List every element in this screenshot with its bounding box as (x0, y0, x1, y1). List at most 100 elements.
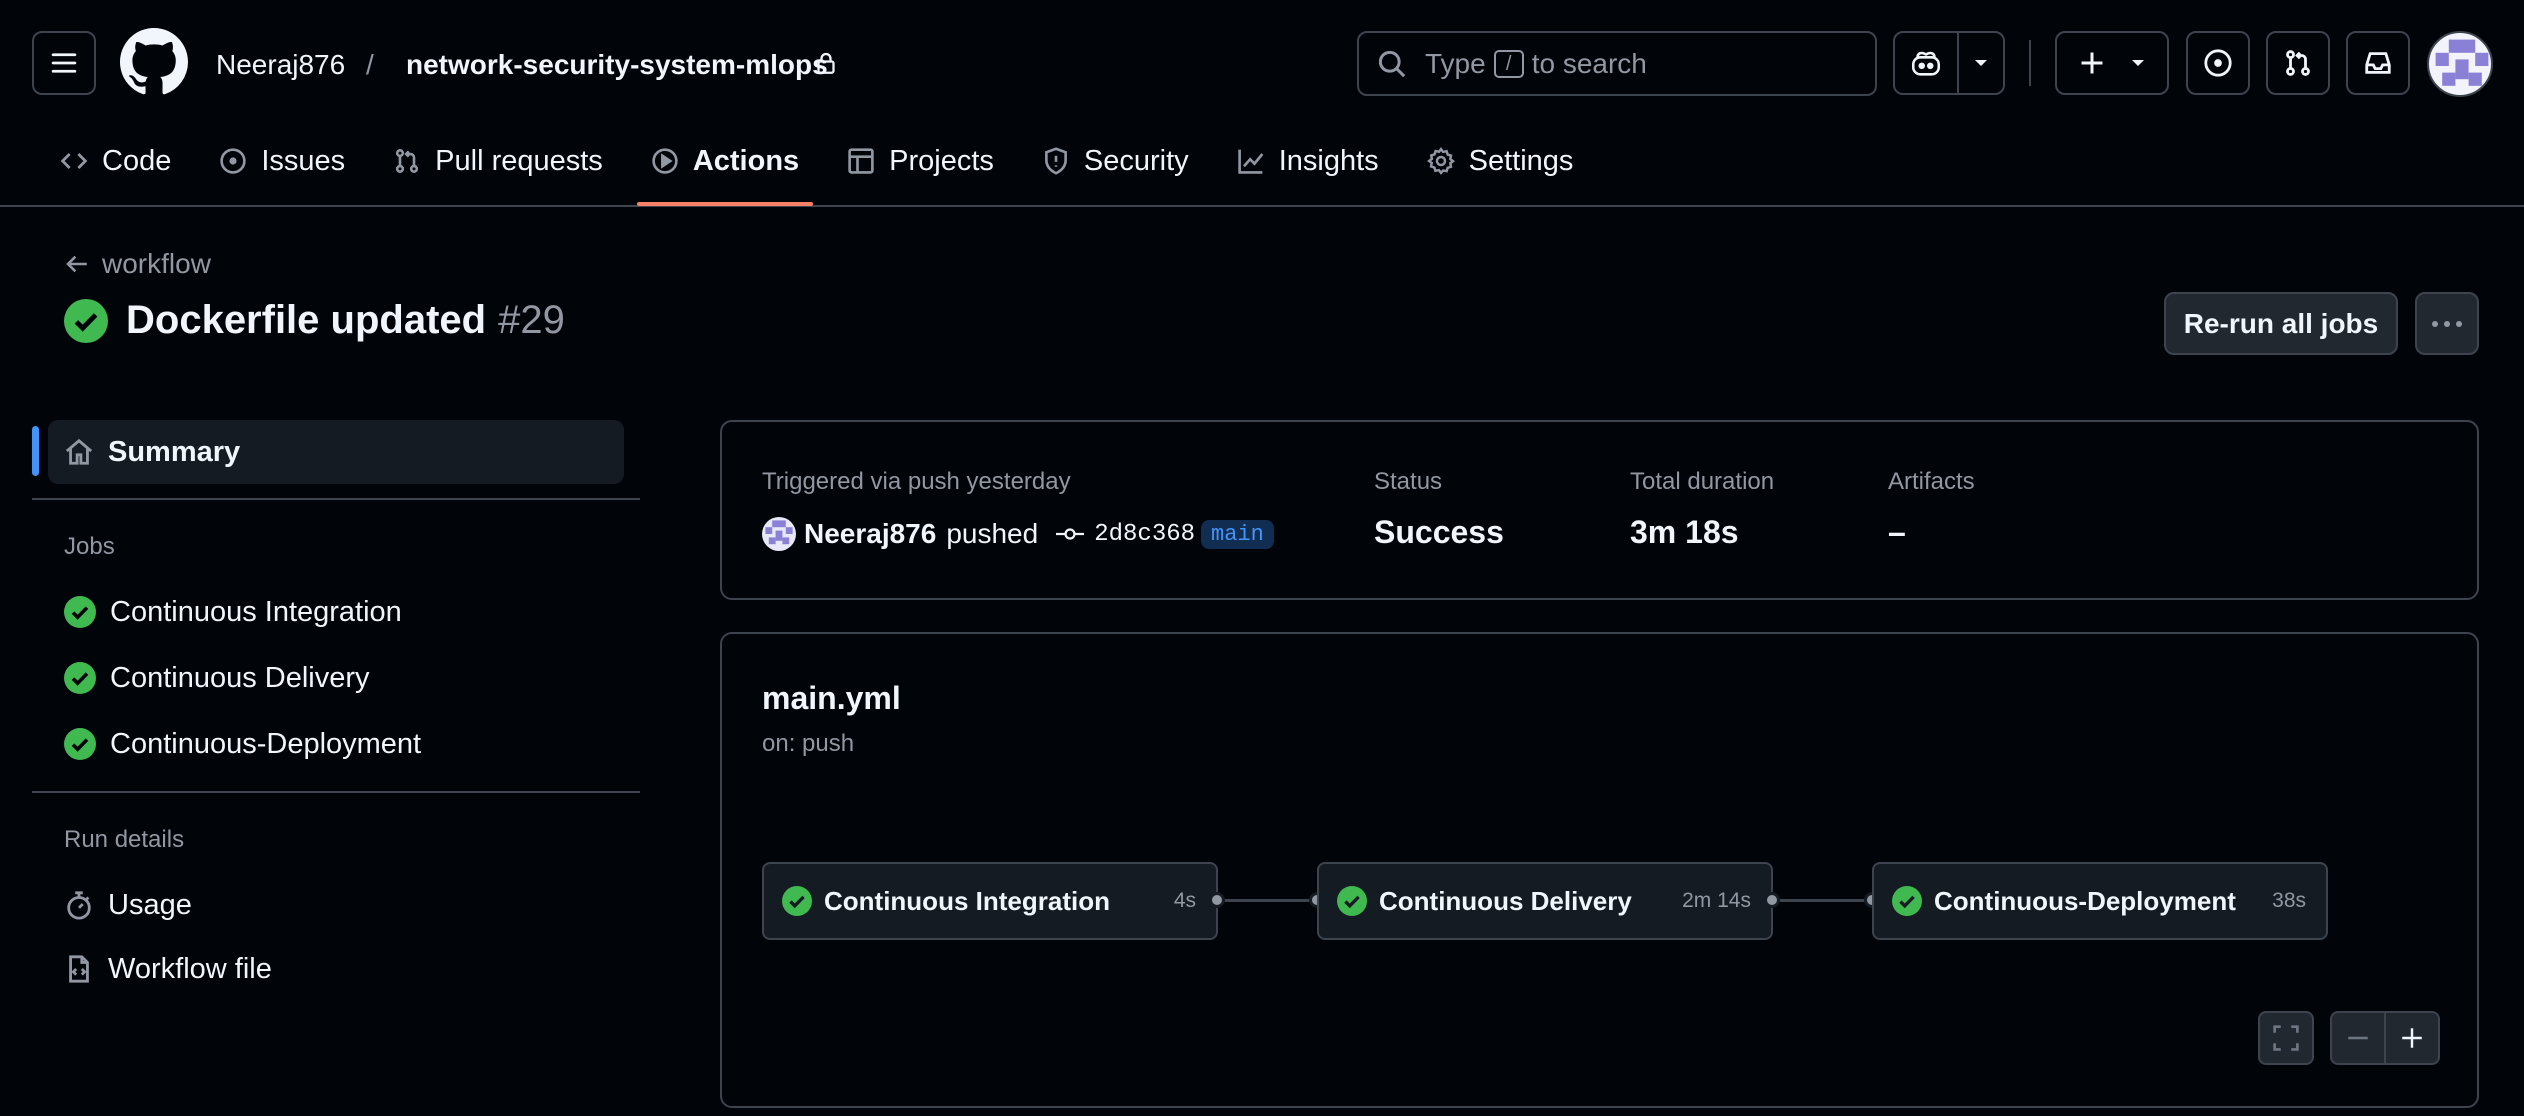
tab-label: Actions (692, 144, 800, 177)
sidebar-item-summary[interactable]: Summary (48, 420, 624, 484)
tab-label: Security (1083, 144, 1189, 177)
play-icon (652, 148, 678, 174)
sidebar-item-workflow-file[interactable]: Workflow file (48, 937, 624, 1001)
check-circle-fill-icon (1337, 886, 1367, 916)
minus-icon (2348, 1036, 2368, 1040)
job-duration: 4s (1173, 889, 1196, 912)
commit-sha-link[interactable]: 2d8c368 (1094, 521, 1195, 548)
sidebar-item-usage[interactable]: Usage (48, 873, 624, 937)
sidebar-divider (32, 498, 640, 500)
sidebar-item-job[interactable]: Continuous-Deployment (48, 712, 624, 776)
inbox-icon (2365, 52, 2391, 74)
graph-job-node[interactable]: Continuous Delivery 2m 14s (1317, 862, 1773, 940)
gear-icon (1426, 147, 1455, 175)
inbox-button[interactable] (2346, 31, 2410, 95)
check-circle-fill-icon (64, 596, 96, 628)
branch-badge[interactable]: main (1201, 519, 1274, 549)
repo-nav-tabs: Code Issues Pull requests Actions Projec… (46, 126, 1607, 206)
sidebar-item-label: Usage (108, 888, 192, 921)
pull-requests-button[interactable] (2266, 31, 2330, 95)
issues-button[interactable] (2186, 31, 2250, 95)
graph-connector-dot (1209, 892, 1225, 908)
tab-label: Settings (1468, 144, 1574, 177)
workflow-file-name[interactable]: main.yml (762, 680, 901, 717)
copilot-icon[interactable] (1895, 33, 1959, 93)
search-icon (1378, 50, 1406, 77)
tab-label: Insights (1278, 144, 1379, 177)
tab-issues[interactable]: Issues (205, 126, 359, 196)
page-title: Dockerfile updated #29 (64, 298, 565, 343)
create-new-button[interactable] (2055, 31, 2169, 95)
duration-value: 3m 18s (1630, 514, 1739, 550)
search-prefix: Type (1425, 47, 1486, 79)
search-suffix: to search (1531, 47, 1647, 79)
run-summary-card: Triggered via push yesterday Neeraj876 p… (720, 420, 2479, 600)
shield-icon (1044, 147, 1067, 175)
header-divider (2029, 40, 2031, 86)
check-circle-fill-icon (64, 298, 108, 343)
repo-link[interactable]: network-security-system-mlops (406, 46, 828, 84)
run-details-section-title: Run details (64, 826, 185, 853)
tab-code[interactable]: Code (46, 126, 185, 196)
graph-edge (1225, 899, 1317, 902)
zoom-out-button[interactable] (2330, 1011, 2386, 1065)
plus-icon (2081, 52, 2103, 74)
run-number: #29 (498, 298, 565, 342)
lock-icon (814, 50, 838, 76)
table-icon (848, 148, 874, 174)
owner-link[interactable]: Neeraj876 (216, 46, 345, 84)
actor-link[interactable]: Neeraj876 (804, 518, 936, 550)
sidebar-item-job[interactable]: Continuous Delivery (48, 646, 624, 710)
artifacts-value: – (1888, 514, 1906, 550)
more-options-button[interactable] (2415, 292, 2479, 355)
search-shortcut-key: / (1493, 49, 1524, 78)
tab-settings[interactable]: Settings (1413, 126, 1588, 196)
breadcrumb-separator: / (366, 49, 374, 80)
push-action: pushed (946, 518, 1039, 549)
back-to-workflow-link[interactable]: workflow (64, 248, 211, 280)
code-icon (60, 153, 88, 169)
graph-connector-dot (1764, 892, 1780, 908)
plus-icon (2402, 1028, 2422, 1048)
chevron-down-icon[interactable] (1959, 58, 2003, 68)
push-info: Neeraj876 pushed 2d8c368 main (804, 516, 1274, 552)
job-name: Continuous-Deployment (1934, 885, 2236, 916)
sidebar-item-label: Summary (108, 435, 241, 468)
run-title: Dockerfile updated (126, 298, 487, 342)
graph-edge (1780, 899, 1872, 902)
github-logo-icon[interactable] (120, 28, 188, 96)
status-label: Status (1374, 468, 1443, 495)
tab-actions[interactable]: Actions (636, 126, 814, 206)
sidebar-divider (32, 791, 640, 793)
graph-icon (1238, 149, 1264, 174)
selected-indicator (32, 426, 39, 476)
tab-pull-requests[interactable]: Pull requests (379, 126, 617, 196)
tab-insights[interactable]: Insights (1223, 126, 1393, 196)
tab-security[interactable]: Security (1028, 126, 1203, 196)
search-input[interactable]: Type / to search (1357, 31, 1877, 96)
graph-job-node[interactable]: Continuous Integration 4s (762, 862, 1218, 940)
sidebar-item-job[interactable]: Continuous Integration (48, 580, 624, 644)
check-circle-fill-icon (782, 886, 812, 916)
fullscreen-button[interactable] (2258, 1011, 2314, 1065)
tab-projects[interactable]: Projects (833, 126, 1008, 196)
job-name: Continuous Integration (824, 885, 1110, 916)
zoom-in-button[interactable] (2384, 1011, 2440, 1065)
hamburger-icon (51, 53, 77, 73)
sidebar-item-label: Workflow file (108, 952, 272, 985)
check-circle-fill-icon (64, 728, 96, 760)
kebab-horizontal-icon (2432, 320, 2462, 327)
copilot-button[interactable] (1893, 31, 2005, 95)
file-code-icon (69, 955, 89, 983)
duration-label: Total duration (1630, 468, 1775, 495)
workflow-trigger: on: push (762, 730, 855, 757)
rerun-all-jobs-button[interactable]: Re-run all jobs (2164, 292, 2398, 355)
back-label: workflow (102, 248, 211, 279)
graph-job-node[interactable]: Continuous-Deployment 38s (1872, 862, 2328, 940)
pull-request-icon (396, 149, 419, 173)
actor-avatar[interactable] (762, 517, 796, 551)
menu-button[interactable] (32, 31, 96, 95)
arrow-left-icon (66, 255, 87, 273)
check-circle-fill-icon (64, 662, 96, 694)
user-avatar[interactable] (2427, 31, 2493, 97)
